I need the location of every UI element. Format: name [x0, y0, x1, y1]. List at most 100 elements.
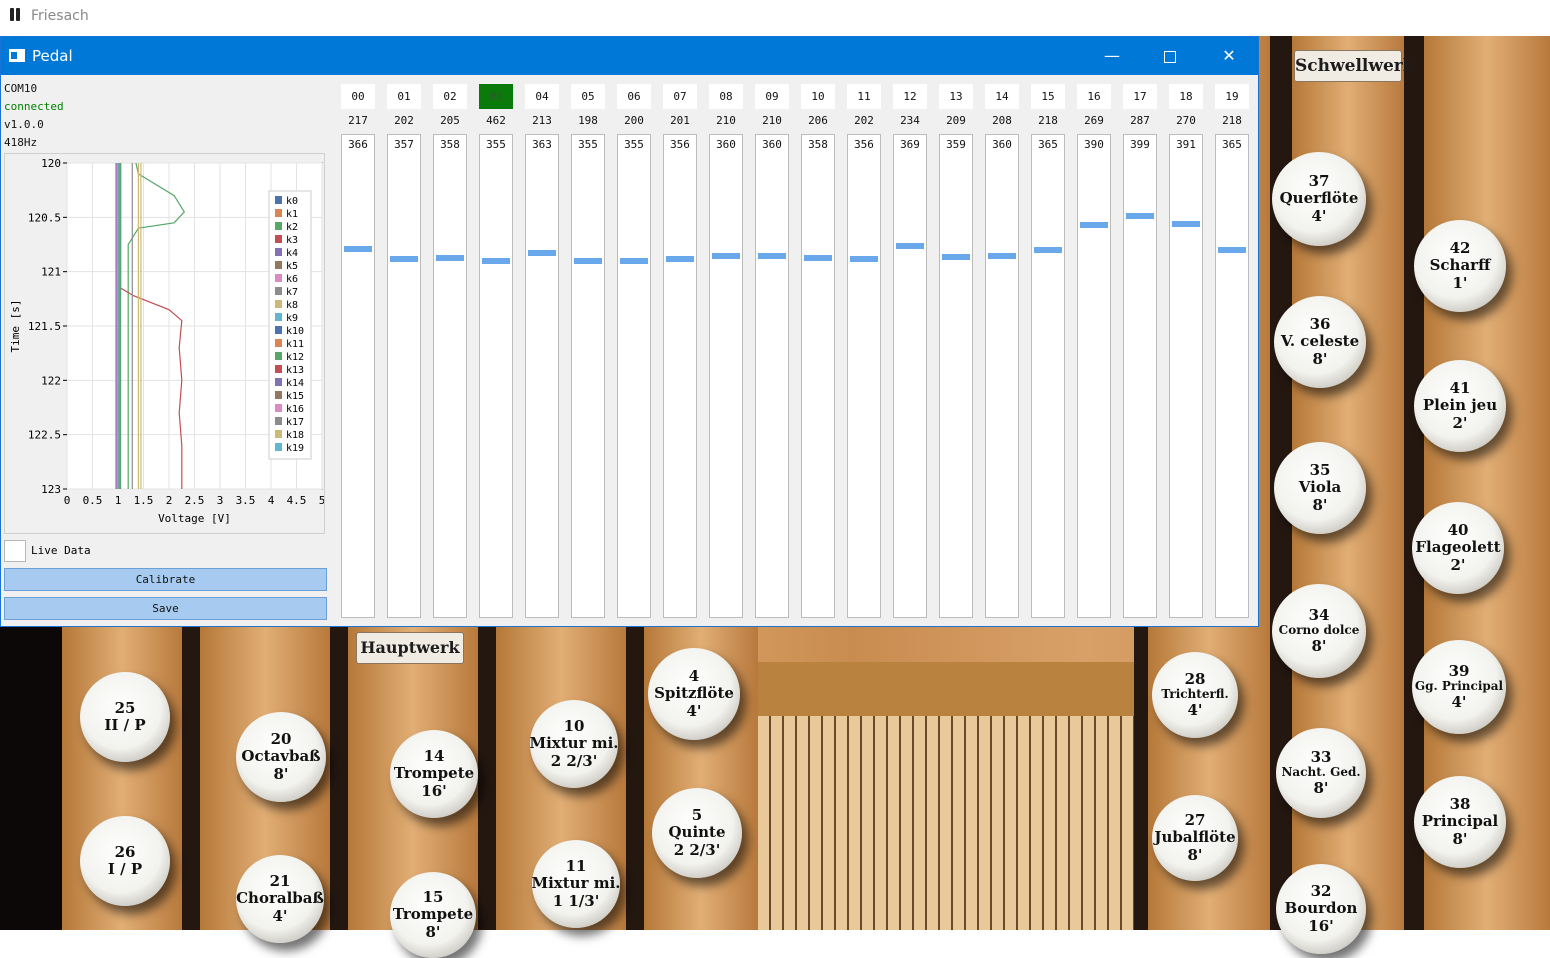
stop-knob: 35 Viola 8' [1274, 442, 1366, 534]
stop-knob: 10 Mixtur mi. 2 2/3' [530, 700, 619, 788]
channel-level-bar[interactable]: 363 [525, 134, 559, 618]
channel-raw-value: 200 [624, 114, 644, 127]
stop-number: 25 [114, 698, 136, 717]
channel-number[interactable]: 09 [755, 84, 789, 109]
stop-pitch: 2 2/3' [550, 751, 598, 770]
stop-name: Scharff [1429, 256, 1491, 275]
legend-swatch-k14 [275, 378, 282, 386]
channel-number[interactable]: 14 [985, 84, 1019, 109]
channel-number[interactable]: 18 [1169, 84, 1203, 109]
legend-swatch-k5 [275, 261, 282, 269]
stop-pitch: 1 1/3' [552, 891, 600, 910]
channel-number[interactable]: 11 [847, 84, 881, 109]
stop-pitch: 4' [1451, 692, 1467, 711]
channel-level-bar[interactable]: 355 [571, 134, 605, 618]
channel-level-bar[interactable]: 356 [847, 134, 881, 618]
channel-level-bar[interactable]: 358 [433, 134, 467, 618]
stop-name: Bourdon [1284, 899, 1358, 918]
stop-pitch: 2 2/3' [673, 840, 721, 859]
app-title-bar: Friesach [0, 0, 1550, 36]
stop-knob: 42 Scharff 1' [1414, 220, 1506, 312]
channel-level-marker [1080, 222, 1108, 228]
channel-number[interactable]: 08 [709, 84, 743, 109]
channel-level-bar[interactable]: 356 [663, 134, 697, 618]
schwellwerk-label: Schwellwerk [1294, 50, 1415, 82]
stop-number: 14 [423, 747, 445, 766]
stop-name: Principal [1421, 812, 1499, 831]
channel-number[interactable]: 19 [1215, 84, 1249, 109]
firmware-version: v1.0.0 [4, 118, 44, 131]
legend-swatch-k7 [275, 287, 282, 295]
stop-name: II / P [104, 716, 146, 734]
channel-number[interactable]: 16 [1077, 84, 1111, 109]
channel-number[interactable]: 13 [939, 84, 973, 109]
live-data-checkbox[interactable] [4, 540, 26, 562]
legend-entry-k5: k5 [286, 261, 298, 272]
channel-level-bar[interactable]: 365 [1031, 134, 1065, 618]
channel-level-bar[interactable]: 360 [985, 134, 1019, 618]
channel-level-bar[interactable]: 369 [893, 134, 927, 618]
channel-calibrated-value: 360 [716, 138, 736, 151]
x-tick-label: 2 [166, 494, 173, 507]
channel-number[interactable]: 00 [341, 84, 375, 109]
channel-calibrated-value: 355 [578, 138, 598, 151]
channel-level-bar[interactable]: 358 [801, 134, 835, 618]
channel-number[interactable]: 05 [571, 84, 605, 109]
legend-swatch-k19 [275, 443, 282, 451]
channel-level-bar[interactable]: 359 [939, 134, 973, 618]
channel-level-marker [896, 243, 924, 249]
x-tick-label: 0.5 [83, 494, 103, 507]
legend-swatch-k3 [275, 235, 282, 243]
channel-number[interactable]: 02 [433, 84, 467, 109]
stop-name: Gg. Principal [1414, 679, 1504, 694]
channel-level-bar[interactable]: 360 [709, 134, 743, 618]
calibrate-button[interactable]: Calibrate [4, 568, 327, 591]
minimize-button[interactable]: — [1083, 37, 1141, 75]
channel-raw-value: 209 [946, 114, 966, 127]
legend-entry-k13: k13 [286, 365, 304, 376]
window-title-bar[interactable]: Pedal — ✕ [1, 37, 1258, 75]
channel-number[interactable]: 03 [479, 84, 513, 109]
channel-level-bar[interactable]: 365 [1215, 134, 1249, 618]
save-button[interactable]: Save [4, 597, 327, 620]
stop-number: 10 [563, 717, 585, 736]
channel-raw-value: 202 [854, 114, 874, 127]
voltage-plot[interactable]: 0 0.5 1 1.5 2 2.5 3 3.5 4 4.5 5 120 120.5 121 121.5 122… [4, 153, 325, 534]
channel-number[interactable]: 06 [617, 84, 651, 109]
stop-pitch: 2' [1450, 555, 1466, 574]
channel-number[interactable]: 07 [663, 84, 697, 109]
close-button[interactable]: ✕ [1200, 37, 1258, 75]
legend-entry-k9: k9 [286, 313, 298, 324]
stop-knob: 27 Jubalflöte 8' [1152, 795, 1238, 881]
channel-number[interactable]: 10 [801, 84, 835, 109]
stop-number: 39 [1448, 661, 1470, 680]
channel-level-bar[interactable]: 355 [617, 134, 651, 618]
channel-level-bar[interactable]: 360 [755, 134, 789, 618]
legend-entry-k2: k2 [286, 222, 298, 233]
channel-level-bar[interactable]: 355 [479, 134, 513, 618]
channel-number[interactable]: 17 [1123, 84, 1157, 109]
stop-knob: 14 Trompete 16' [390, 730, 478, 818]
channel-level-bar[interactable]: 357 [387, 134, 421, 618]
channel-number[interactable]: 12 [893, 84, 927, 109]
legend-swatch-k17 [275, 417, 282, 425]
stop-number: 42 [1449, 239, 1471, 258]
legend-entry-k18: k18 [286, 430, 304, 441]
channel-number[interactable]: 01 [387, 84, 421, 109]
channel-number[interactable]: 15 [1031, 84, 1065, 109]
keyboard [758, 716, 1134, 930]
channel-raw-value: 210 [762, 114, 782, 127]
channel-level-bar[interactable]: 390 [1077, 134, 1111, 618]
channel-level-bar[interactable]: 366 [341, 134, 375, 618]
legend-entry-k7: k7 [286, 287, 298, 298]
legend-entry-k15: k15 [286, 391, 304, 402]
maximize-icon [1164, 51, 1176, 63]
stop-name: Trichterfl. [1161, 687, 1229, 702]
channel-level-bar[interactable]: 391 [1169, 134, 1203, 618]
channel-level-bar[interactable]: 399 [1123, 134, 1157, 618]
channel-level-marker [850, 256, 878, 262]
port-label: COM10 [4, 82, 38, 95]
maximize-button[interactable] [1141, 37, 1199, 75]
channel-number[interactable]: 04 [525, 84, 559, 109]
legend-entry-k1: k1 [286, 209, 298, 220]
